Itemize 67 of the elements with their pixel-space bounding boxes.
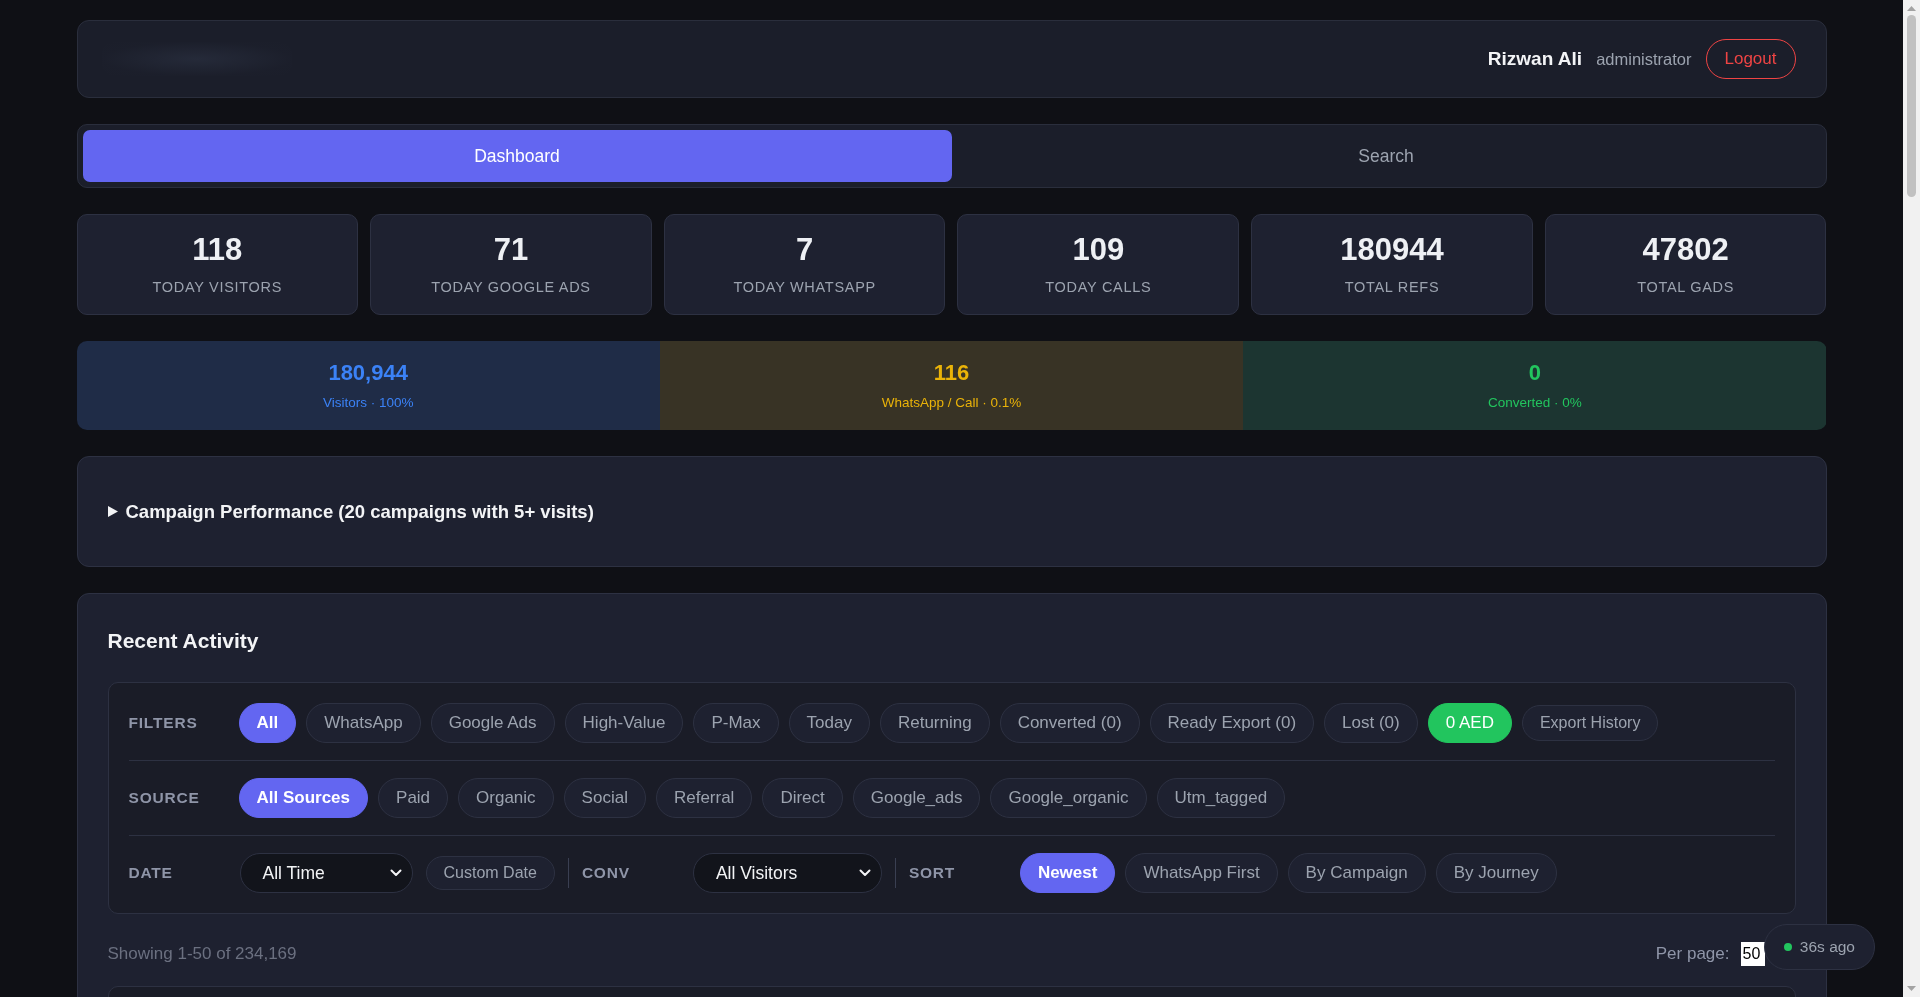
scroll-up-icon[interactable] xyxy=(1907,6,1916,11)
filter-chip[interactable]: Today xyxy=(788,703,870,743)
row-label: FILTERS xyxy=(128,714,199,732)
section-title: Recent Activity xyxy=(107,628,260,654)
user-name: Rizwan Ali xyxy=(1487,48,1583,70)
stat-label: TOTAL GADS xyxy=(1637,278,1735,296)
tab[interactable]: Dashboard xyxy=(82,130,952,182)
stat-label: TOTAL REFS xyxy=(1344,278,1440,296)
source-chip[interactable]: All Sources xyxy=(238,778,369,818)
stat-value: 118 xyxy=(192,233,243,267)
stat-value: 180944 xyxy=(1340,233,1444,267)
row-label: SORT xyxy=(908,864,957,882)
sort-chip[interactable]: Newest xyxy=(1019,853,1116,893)
filter-chip[interactable]: Converted (0) xyxy=(999,703,1140,743)
stat-value: 47802 xyxy=(1642,233,1729,267)
chevron-icon xyxy=(858,869,871,877)
campaign-toggle[interactable]: Campaign Performance (20 campaigns with 5+ visits) xyxy=(107,500,594,523)
scrollbar-thumb[interactable] xyxy=(1907,15,1916,197)
funnel-label: Converted · 0% xyxy=(1487,395,1582,411)
filter-chip[interactable]: P-Max xyxy=(693,703,779,743)
stat-label: TODAY WHATSAPP xyxy=(733,278,876,296)
filter-chip[interactable]: High-Value xyxy=(564,703,684,743)
funnel-value: 180,944 xyxy=(328,360,408,386)
filter-chip[interactable]: WhatsApp xyxy=(306,703,421,743)
date-select[interactable]: All Time xyxy=(239,853,413,893)
source-chip[interactable]: Direct xyxy=(762,778,843,818)
chevron-icon xyxy=(389,869,402,877)
row-label: DATE xyxy=(128,864,174,882)
stat-label: TODAY GOOGLE ADS xyxy=(431,278,591,296)
per-page-select[interactable]: 50 xyxy=(1740,942,1765,966)
filter-chip[interactable]: Returning xyxy=(879,703,990,743)
row-label: SOURCE xyxy=(128,789,201,807)
stat-value: 7 xyxy=(796,233,814,267)
row-label: CONV xyxy=(581,864,631,882)
funnel-label: WhatsApp / Call · 0.1% xyxy=(881,395,1022,411)
results-count: Showing 1-50 of 234,169 xyxy=(107,943,297,965)
filter-chip[interactable]: Ready Export (0) xyxy=(1149,703,1315,743)
source-chip[interactable]: Google_organic xyxy=(990,778,1147,818)
source-chip[interactable]: Google_ads xyxy=(852,778,981,818)
stat-label: TODAY CALLS xyxy=(1045,278,1152,296)
stat-label: TODAY VISITORS xyxy=(152,278,283,296)
per-page-label: Per page: xyxy=(1655,944,1730,964)
funnel-label: Visitors · 100% xyxy=(322,395,414,411)
stat-value: 71 xyxy=(493,233,529,267)
filter-chip[interactable]: Lost (0) xyxy=(1324,703,1418,743)
source-chip[interactable]: Utm_tagged xyxy=(1156,778,1286,818)
filter-chip[interactable]: All xyxy=(238,703,297,743)
scrollbar[interactable] xyxy=(1903,0,1920,997)
conversion-select[interactable]: All Visitors xyxy=(692,853,882,893)
source-chip[interactable]: Social xyxy=(563,778,646,818)
status-dot-icon xyxy=(1783,943,1792,951)
sort-chip[interactable]: By Journey xyxy=(1435,853,1557,893)
source-chip[interactable]: Referral xyxy=(655,778,753,818)
sort-chip[interactable]: WhatsApp First xyxy=(1125,853,1278,893)
sort-chip[interactable]: By Campaign xyxy=(1287,853,1426,893)
funnel-value: 0 xyxy=(1528,360,1541,386)
user-role: administrator xyxy=(1596,49,1692,69)
status-text: 36s ago xyxy=(1799,938,1855,956)
action-button[interactable]: Export History xyxy=(1521,705,1659,741)
stat-value: 109 xyxy=(1072,233,1125,267)
funnel-value: 116 xyxy=(933,360,970,386)
source-chip[interactable]: Organic xyxy=(458,778,554,818)
custom-date-button[interactable]: Custom Date xyxy=(425,856,555,890)
tab[interactable]: Search xyxy=(951,130,1821,182)
scroll-down-icon[interactable] xyxy=(1907,986,1916,991)
source-chip[interactable]: Paid xyxy=(378,778,449,818)
filter-chip[interactable]: Google Ads xyxy=(430,703,555,743)
